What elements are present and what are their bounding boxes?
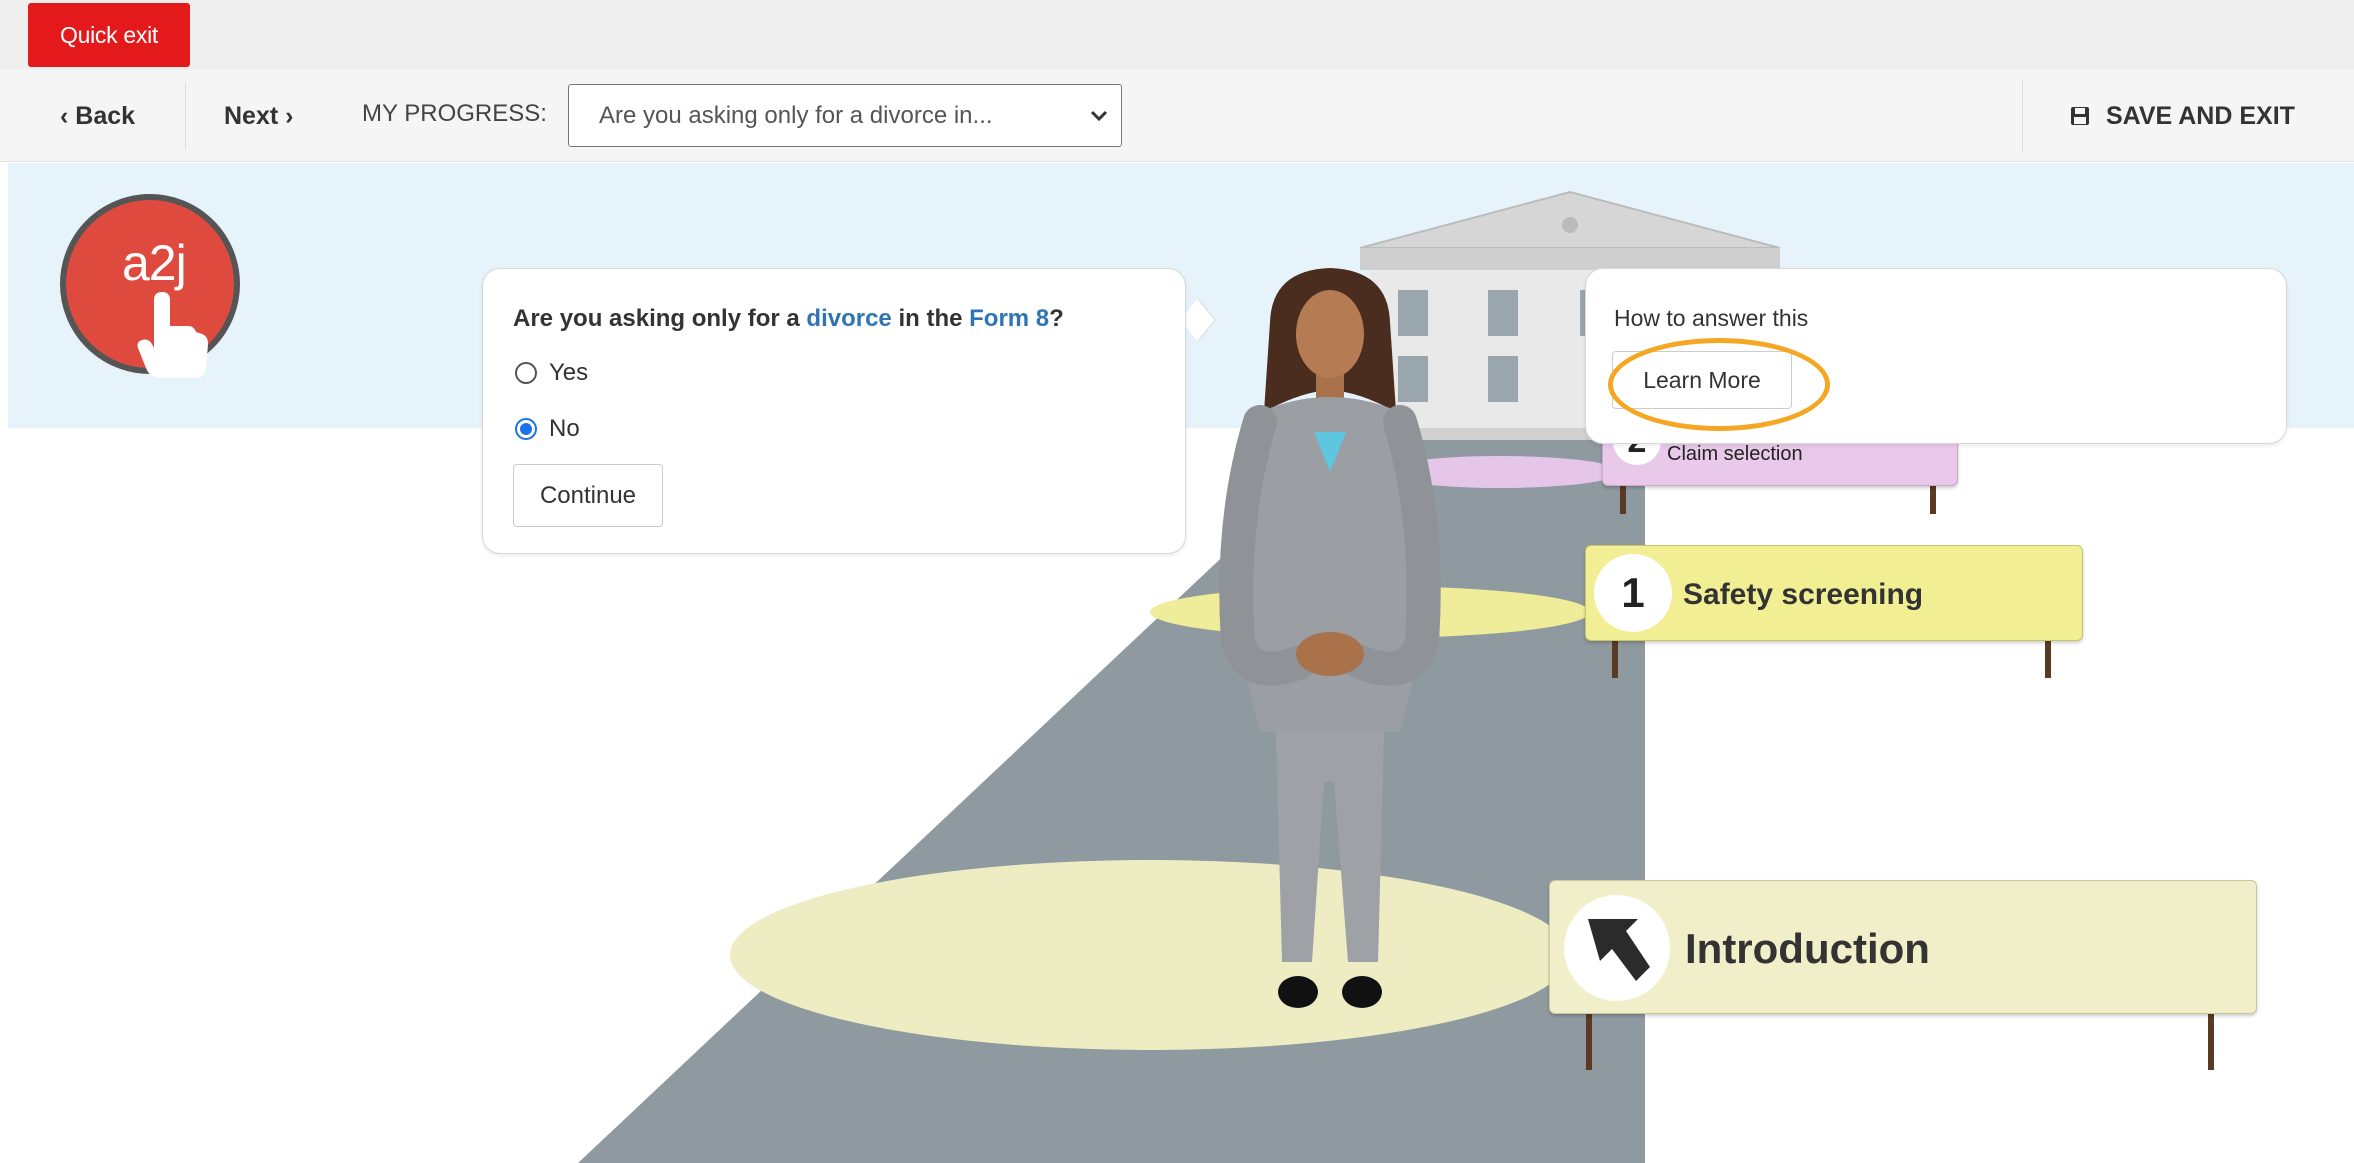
step-sign-safety-screening: 1 Safety screening — [1585, 545, 2083, 641]
divorce-link[interactable]: divorce — [806, 305, 891, 332]
a2j-logo: a2j — [60, 194, 240, 378]
progress-select[interactable]: Are you asking only for a divorce in... — [568, 84, 1122, 147]
step-sign-introduction: Introduction — [1549, 880, 2257, 1014]
step-label: Introduction — [1685, 925, 1930, 972]
logo-text: a2j — [122, 235, 187, 291]
sign-post — [1612, 636, 1618, 678]
next-button[interactable]: Next › — [224, 70, 293, 162]
how-to-answer-label: How to answer this — [1614, 305, 1809, 331]
yes-radio[interactable] — [515, 362, 537, 384]
step-label: Claim selection — [1667, 443, 1803, 465]
question-middle: in the — [891, 305, 970, 332]
nav-bar: ‹ Back Next › MY PROGRESS: Are you askin… — [0, 70, 2354, 162]
arrow-up-left-icon — [1564, 895, 1670, 1001]
divider — [2022, 80, 2023, 152]
highlight-ring — [1608, 338, 1830, 431]
top-strip: Quick exit — [0, 0, 2354, 70]
step-label: Safety screening — [1683, 578, 1924, 611]
sign-post — [2208, 1010, 2214, 1070]
back-button[interactable]: ‹ Back — [60, 70, 135, 162]
option-no-label: No — [549, 415, 580, 442]
guide-avatar — [1219, 268, 1441, 1008]
step-number: 1 — [1594, 554, 1672, 632]
form-8-link[interactable]: Form 8 — [969, 305, 1049, 332]
no-radio[interactable] — [515, 418, 537, 440]
option-yes-label: Yes — [549, 359, 589, 386]
save-and-exit-label: SAVE AND EXIT — [2106, 101, 2295, 130]
option-yes[interactable]: Yes — [515, 359, 588, 387]
chevron-down-icon — [1090, 110, 1108, 122]
sign-post — [2045, 636, 2051, 678]
progress-label: MY PROGRESS: — [362, 100, 547, 127]
question-bubble: Are you asking only for a divorce in the… — [482, 268, 1186, 554]
save-and-exit-button[interactable]: SAVE AND EXIT — [2070, 70, 2295, 162]
continue-button[interactable]: Continue — [513, 464, 663, 527]
sign-post — [1586, 1010, 1592, 1070]
progress-selected-value: Are you asking only for a divorce in... — [599, 101, 993, 129]
save-icon — [2071, 107, 2089, 125]
app-root: 2 Claim selection 1 Safety screening Int… — [0, 0, 2354, 1163]
option-no[interactable]: No — [515, 415, 580, 443]
pointer-hand-icon — [137, 292, 208, 378]
divider — [185, 82, 186, 150]
question-suffix: ? — [1049, 305, 1064, 332]
question-prefix: Are you asking only for a — [513, 305, 807, 332]
question-text: Are you asking only for a divorce in the… — [513, 305, 1064, 333]
quick-exit-button[interactable]: Quick exit — [28, 3, 190, 67]
